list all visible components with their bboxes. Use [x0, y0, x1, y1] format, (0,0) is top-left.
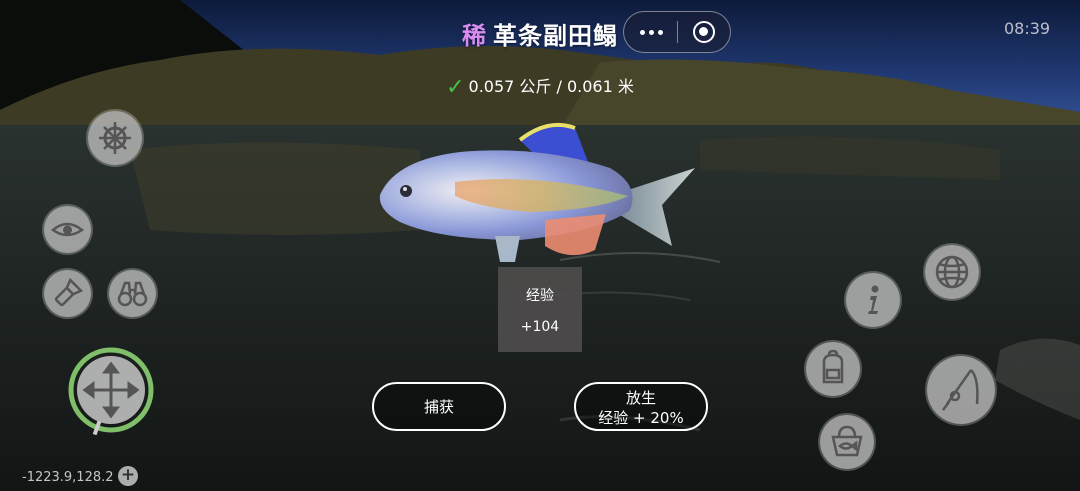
cast-rod-button[interactable] [927, 356, 995, 424]
move-joystick[interactable] [68, 347, 154, 436]
capsule-divider [677, 21, 678, 43]
flashlight-button[interactable] [44, 270, 91, 317]
target-close-icon[interactable] [693, 21, 715, 43]
rarity-badge: 稀 [462, 22, 487, 50]
fish-name: 革条副田鳎 [493, 22, 618, 50]
experience-panel: 经验 +104 [498, 267, 582, 352]
measure-text: 0.057 公斤 / 0.061 米 [468, 77, 634, 96]
backpack-icon [822, 349, 844, 384]
fish-basket-icon [831, 425, 863, 457]
experience-label: 经验 [526, 288, 554, 304]
binoculars-icon [117, 281, 148, 307]
catch-button[interactable]: 捕获 [372, 382, 506, 431]
info-icon [868, 285, 879, 314]
flashlight-icon [54, 277, 84, 307]
more-dots-icon[interactable] [638, 20, 666, 44]
move-joystick-icon [68, 347, 154, 433]
release-bonus-label: 经验 + 20% [598, 409, 684, 427]
fishing-rod-icon [942, 369, 979, 411]
ship-wheel-button[interactable] [88, 111, 142, 165]
zoom-plus-button[interactable]: + [118, 466, 138, 486]
check-icon: ✓ [446, 75, 465, 100]
view-button[interactable] [44, 206, 91, 253]
experience-value: +104 [520, 319, 560, 335]
backpack-button[interactable] [806, 342, 860, 396]
mini-program-capsule [623, 11, 731, 53]
map-button[interactable] [925, 245, 979, 299]
catch-button-label: 捕获 [423, 398, 454, 416]
clock: 08:39 [1004, 19, 1051, 38]
fish-title: 稀革条副田鳎 [0, 16, 1080, 51]
info-button[interactable] [846, 273, 900, 327]
release-button-label: 放生 [625, 389, 656, 407]
coordinates: -1223.9,128.2 [22, 470, 114, 485]
release-button[interactable]: 放生 经验 + 20% [574, 382, 708, 431]
fish-basket-button[interactable] [820, 415, 874, 469]
globe-icon [935, 255, 969, 289]
eye-icon [50, 222, 85, 237]
catch-measurement: ✓ 0.057 公斤 / 0.061 米 [0, 73, 1080, 100]
binoculars-button[interactable] [109, 270, 156, 317]
ship-wheel-icon [99, 122, 131, 154]
